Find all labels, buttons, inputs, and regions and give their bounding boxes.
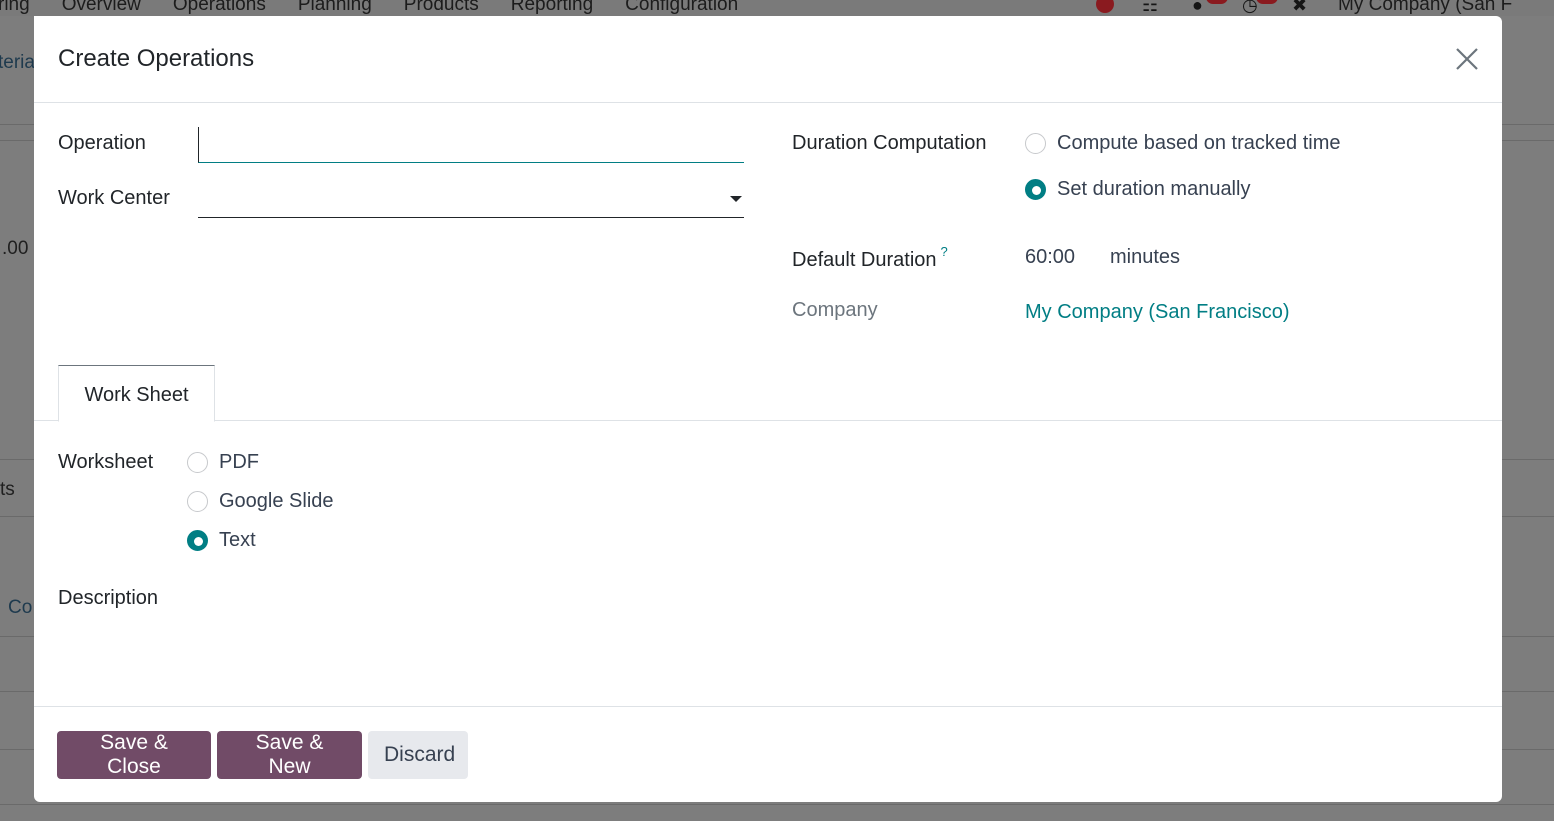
dialog-title: Create Operations bbox=[58, 45, 255, 72]
radio-button-checked[interactable] bbox=[1025, 179, 1046, 200]
radio-label: Compute based on tracked time bbox=[1057, 132, 1341, 154]
save-new-button[interactable]: Save & New bbox=[217, 731, 362, 779]
create-operations-dialog: Create Operations Operation Work Center … bbox=[34, 16, 1502, 802]
radio-set-duration-manually[interactable]: Set duration manually bbox=[1025, 178, 1250, 201]
operation-input[interactable] bbox=[198, 127, 744, 163]
dialog-header: Create Operations bbox=[34, 16, 1502, 103]
activity-badge bbox=[1256, 0, 1278, 4]
tab-work-sheet[interactable]: Work Sheet bbox=[58, 365, 215, 422]
menu-planning: Planning bbox=[297, 0, 372, 15]
menu-app-name: ring bbox=[0, 0, 30, 15]
background-navbar: ring Overview Operations Planning Produc… bbox=[0, 0, 1554, 16]
radio-label: Google Slide bbox=[219, 490, 334, 512]
phone-dialpad-icon: ☷ bbox=[1142, 0, 1159, 15]
tools-icon: ✖ bbox=[1292, 0, 1308, 15]
chevron-down-icon bbox=[730, 196, 742, 202]
company-label: Company bbox=[792, 299, 878, 321]
worksheet-label: Worksheet bbox=[58, 451, 154, 473]
radio-button[interactable] bbox=[187, 452, 208, 473]
duration-computation-label: Duration Computation bbox=[792, 132, 987, 154]
radio-worksheet-text[interactable]: Text bbox=[187, 529, 256, 552]
work-center-label: Work Center bbox=[58, 187, 170, 209]
chat-badge bbox=[1206, 0, 1228, 4]
menu-products: Products bbox=[403, 0, 479, 15]
radio-worksheet-google-slide[interactable]: Google Slide bbox=[187, 490, 334, 513]
description-editor[interactable] bbox=[58, 621, 1478, 691]
activity-clock-icon: ◷ bbox=[1242, 0, 1278, 14]
background-text: .00 bbox=[2, 238, 29, 259]
systray: ☷ ● ◷ ✖ My Company (San F bbox=[1096, 0, 1512, 16]
radio-button[interactable] bbox=[1025, 133, 1046, 154]
company-switcher: My Company (San F bbox=[1338, 0, 1513, 15]
save-close-button[interactable]: Save & Close bbox=[57, 731, 211, 779]
menu-reporting: Reporting bbox=[510, 0, 594, 15]
radio-worksheet-pdf[interactable]: PDF bbox=[187, 451, 259, 474]
chat-icon: ● bbox=[1192, 0, 1228, 14]
duration-unit: minutes bbox=[1110, 246, 1181, 268]
background-text: Co bbox=[8, 597, 33, 618]
radio-label: Text bbox=[219, 529, 256, 551]
default-duration-label: Default Duration? bbox=[792, 244, 948, 272]
menu-overview: Overview bbox=[61, 0, 141, 15]
radio-label: PDF bbox=[219, 451, 259, 473]
work-center-select[interactable] bbox=[198, 182, 744, 218]
radio-label: Set duration manually bbox=[1057, 178, 1251, 200]
operation-label: Operation bbox=[58, 132, 146, 154]
background-menu: ring Overview Operations Planning Produc… bbox=[0, 0, 770, 16]
close-icon bbox=[1456, 48, 1478, 70]
dialog-footer: Save & Close Save & New Discard bbox=[34, 706, 1502, 802]
discard-button[interactable]: Discard bbox=[368, 731, 468, 779]
radio-button[interactable] bbox=[187, 491, 208, 512]
record-icon bbox=[1096, 0, 1114, 13]
description-label: Description bbox=[58, 587, 159, 609]
background-text: ts bbox=[0, 479, 15, 500]
help-tooltip-icon[interactable]: ? bbox=[941, 244, 948, 259]
company-link[interactable]: My Company (San Francisco) bbox=[1025, 301, 1290, 324]
background-text: teria bbox=[0, 52, 35, 73]
menu-configuration: Configuration bbox=[625, 0, 739, 15]
close-button[interactable] bbox=[1454, 46, 1480, 72]
default-duration-input[interactable]: 60:00 bbox=[1025, 246, 1075, 269]
divider bbox=[0, 804, 1554, 805]
tab-bar-divider bbox=[34, 420, 1502, 421]
radio-compute-tracked-time[interactable]: Compute based on tracked time bbox=[1025, 132, 1341, 155]
menu-operations: Operations bbox=[172, 0, 266, 15]
default-duration-label-text: Default Duration bbox=[792, 249, 937, 271]
radio-button-checked[interactable] bbox=[187, 530, 208, 551]
